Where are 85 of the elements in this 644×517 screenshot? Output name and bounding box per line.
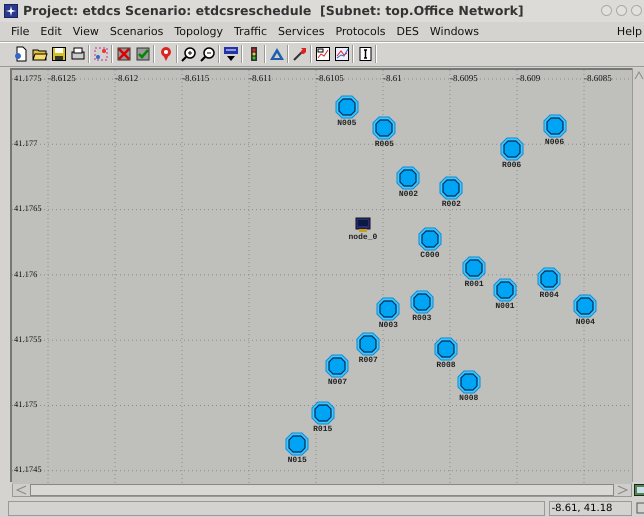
arrow-icon[interactable] xyxy=(291,45,308,64)
menu-item[interactable]: Topology xyxy=(169,24,229,38)
node-label: N006 xyxy=(544,138,564,147)
router-node-icon[interactable] xyxy=(285,432,310,456)
node-label: R015 xyxy=(313,425,332,434)
menu-item[interactable]: Windows xyxy=(424,24,486,38)
app-icon xyxy=(4,4,18,18)
navigator-icon[interactable] xyxy=(634,484,644,496)
router-node-icon[interactable] xyxy=(492,278,517,302)
scrollbar-thumb[interactable] xyxy=(30,484,614,496)
node-label: R007 xyxy=(358,356,378,365)
menu-item[interactable]: Traffic xyxy=(228,24,274,38)
menu-item[interactable]: File xyxy=(6,24,36,38)
router-node-icon[interactable] xyxy=(376,296,400,321)
axis-tick-label: 41.177 xyxy=(14,138,38,148)
node-label: N003 xyxy=(378,320,398,330)
router-node-icon[interactable] xyxy=(372,116,396,140)
coordinates-readout: -8.61, 41.18 xyxy=(548,500,632,516)
axis-tick-label: 41.176 xyxy=(14,268,38,279)
axis-tick-label: -8.6105 xyxy=(316,72,344,83)
router-node-icon[interactable] xyxy=(418,227,442,252)
vertical-scrollbar[interactable] xyxy=(632,68,644,482)
node-label: R003 xyxy=(412,314,432,323)
checkmark-icon[interactable] xyxy=(134,45,151,64)
dotted-selection-icon[interactable] xyxy=(92,45,109,64)
router-node-icon[interactable] xyxy=(500,137,524,162)
axis-tick-label: -8.6095 xyxy=(450,72,478,83)
node-label: N015 xyxy=(288,456,307,466)
axis-tick-label: 41.1765 xyxy=(14,203,42,214)
node-label: N007 xyxy=(328,378,348,387)
axis-tick-label: -8.612 xyxy=(115,72,138,83)
router-node-icon[interactable] xyxy=(462,256,486,280)
router-node-icon[interactable] xyxy=(310,401,335,426)
router-node-icon[interactable] xyxy=(356,332,380,356)
menu-item[interactable]: Help xyxy=(612,24,644,38)
status-icon xyxy=(636,502,644,514)
router-node-icon[interactable] xyxy=(542,114,567,138)
axis-tick-label: 41.1755 xyxy=(14,334,42,344)
axis-tick-label: -8.61 xyxy=(383,72,402,83)
axis-tick-label: -8.6125 xyxy=(48,72,76,83)
zoom-in-icon[interactable] xyxy=(180,45,197,64)
router-node-icon[interactable] xyxy=(456,370,481,394)
axis-tick-label: -8.609 xyxy=(517,72,540,83)
computer-node-icon[interactable] xyxy=(354,216,371,233)
router-node-icon[interactable] xyxy=(537,266,562,290)
router-node-icon[interactable] xyxy=(439,176,464,200)
node-label: R005 xyxy=(374,140,394,150)
menu-item[interactable]: Scenarios xyxy=(104,24,170,38)
node-label: R006 xyxy=(502,161,522,170)
chart-window-icon[interactable] xyxy=(314,45,331,64)
node-label: N002 xyxy=(398,190,418,199)
axis-tick-label: -8.6085 xyxy=(584,72,612,83)
axis-tick-label: 41.1745 xyxy=(14,464,42,474)
node-label: C000 xyxy=(420,251,440,260)
axis-tick-label: -8.611 xyxy=(249,72,272,83)
cross-icon[interactable] xyxy=(115,45,132,64)
menu-item[interactable]: Edit xyxy=(35,24,68,38)
node-label: R002 xyxy=(442,200,461,210)
router-node-icon[interactable] xyxy=(434,337,458,362)
download-arrow-icon[interactable] xyxy=(222,45,239,64)
node-label: N008 xyxy=(459,394,478,403)
axis-tick-label: 41.1775 xyxy=(14,72,42,83)
menu-item[interactable]: View xyxy=(68,24,105,38)
menu-item[interactable]: Services xyxy=(273,24,330,38)
axis-tick-label: 41.175 xyxy=(14,399,38,410)
window-title: Project: etdcs Scenario: etdcsreschedule [Subnet: top.Office Network] xyxy=(23,3,524,18)
node-label: N004 xyxy=(576,318,595,327)
zoom-out-icon[interactable] xyxy=(199,45,216,64)
node-label: R008 xyxy=(436,361,456,370)
menu-item[interactable]: DES xyxy=(392,24,425,38)
router-node-icon[interactable] xyxy=(325,354,350,378)
node-label: R001 xyxy=(464,280,484,290)
router-node-icon[interactable] xyxy=(396,166,420,190)
node-label: R004 xyxy=(540,290,559,300)
router-node-icon[interactable] xyxy=(573,294,598,318)
router-node-icon[interactable] xyxy=(410,290,434,314)
axis-tick-label: -8.6115 xyxy=(182,72,210,83)
graph-window-icon[interactable] xyxy=(333,45,350,64)
save-icon[interactable] xyxy=(50,45,67,64)
node-label: N001 xyxy=(495,302,515,312)
node-label: node_0 xyxy=(348,232,378,242)
menu-item[interactable]: Protocols xyxy=(330,24,392,38)
router-node-icon[interactable] xyxy=(334,95,359,120)
new-file-icon[interactable] xyxy=(12,45,29,64)
node-label: N005 xyxy=(337,119,356,128)
